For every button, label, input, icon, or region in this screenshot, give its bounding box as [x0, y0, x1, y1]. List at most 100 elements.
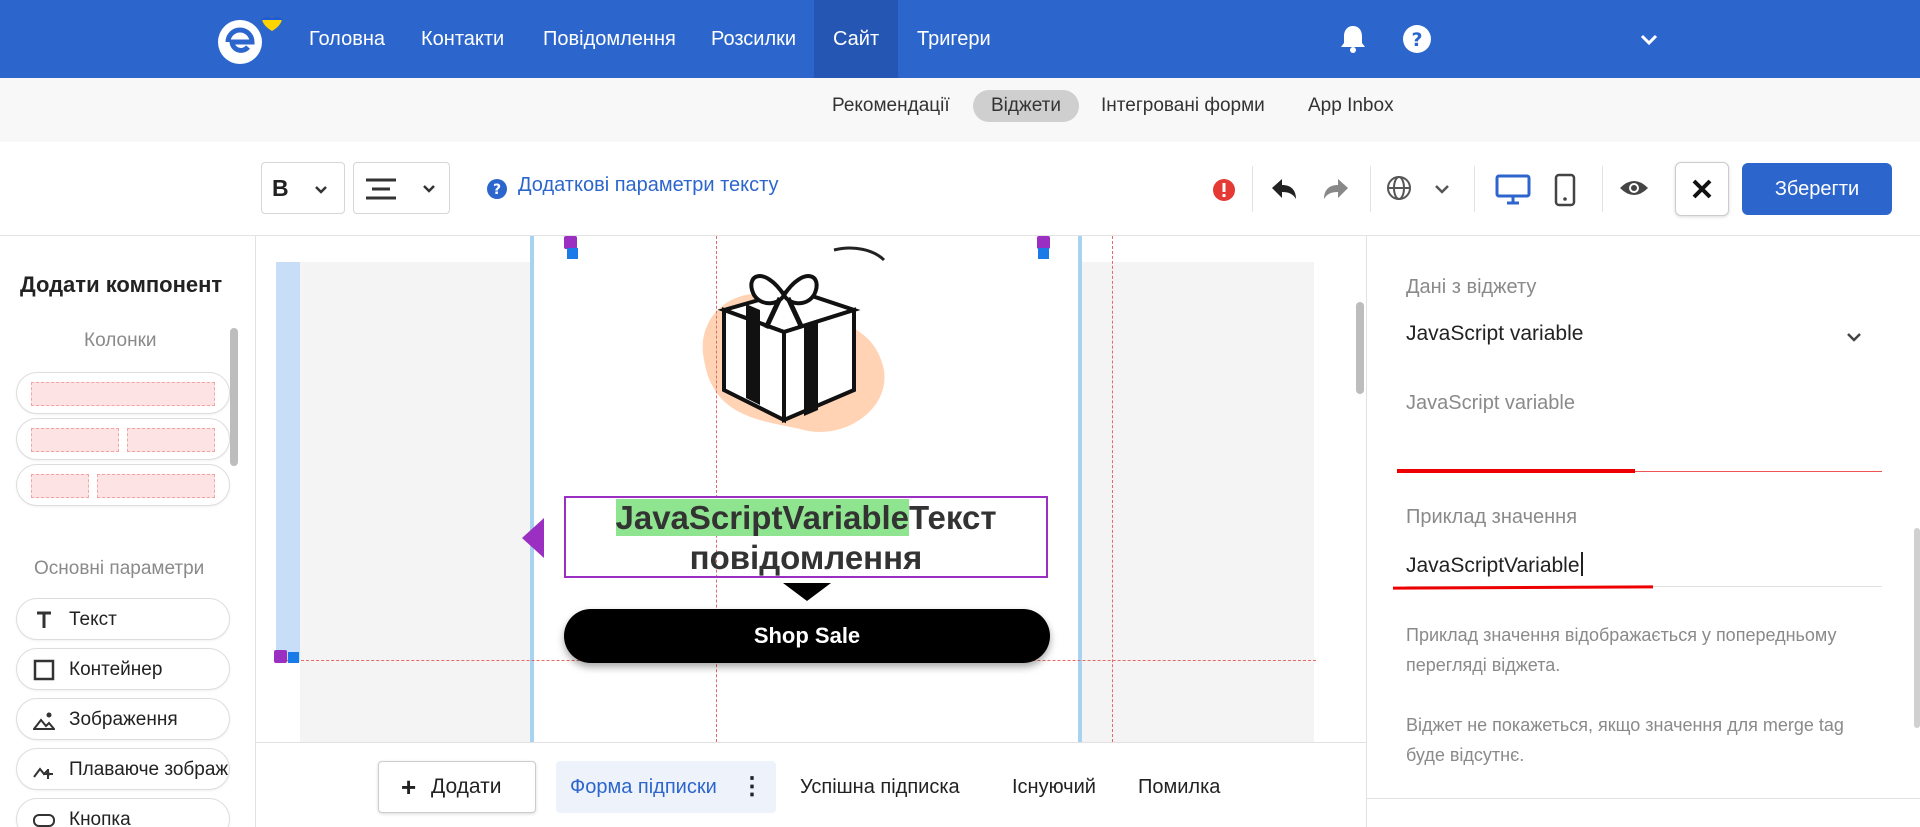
- text-icon: [37, 611, 51, 628]
- help-circle-icon[interactable]: ?: [486, 178, 508, 200]
- nav-item-campaigns[interactable]: Розсилки: [692, 0, 815, 78]
- top-navigation: Головна Контакти Повідомлення Розсилки С…: [0, 0, 1920, 78]
- two-column-layout[interactable]: [16, 418, 230, 460]
- chevron-down-icon: [423, 185, 435, 193]
- component-label: Зображення: [69, 709, 178, 730]
- resize-handle[interactable]: [567, 248, 578, 259]
- help-icon[interactable]: ?: [1400, 22, 1434, 56]
- panel-divider: [1367, 798, 1920, 799]
- globe-icon[interactable]: [1385, 174, 1413, 202]
- resize-handle[interactable]: [1038, 248, 1049, 259]
- component-label: Контейнер: [69, 659, 163, 680]
- merge-tag-settings-panel: Дані з віджету JavaScript variable JavaS…: [1366, 236, 1920, 827]
- merge-tag-highlight[interactable]: JavaScriptVariable: [615, 499, 910, 536]
- guide-line-vertical: [716, 236, 717, 742]
- mobile-view-icon[interactable]: [1552, 172, 1578, 208]
- component-label: Плаваюче зображення: [69, 759, 229, 780]
- js-variable-label: JavaScript variable: [1406, 392, 1575, 414]
- component-container[interactable]: Контейнер: [16, 648, 230, 690]
- svg-text:?: ?: [493, 182, 501, 198]
- component-label: Кнопка: [69, 809, 131, 827]
- widget-state-tabs: + Додати Форма підписки ⋮ Успішна підпис…: [256, 742, 1366, 827]
- tab-successful-subscription[interactable]: Успішна підписка: [786, 761, 974, 813]
- nav-item-contacts[interactable]: Контакти: [402, 0, 523, 78]
- basic-heading: Основні параметри: [34, 558, 205, 579]
- columns-heading: Колонки: [84, 330, 157, 351]
- floating-image-icon: [33, 767, 53, 779]
- tab-error[interactable]: Помилка: [1124, 761, 1234, 813]
- widget-frame: [530, 236, 1082, 742]
- more-vertical-icon[interactable]: ⋮: [740, 761, 764, 813]
- text-align-select[interactable]: [353, 162, 450, 214]
- move-left-arrow-icon[interactable]: [522, 518, 544, 558]
- redo-icon[interactable]: [1320, 174, 1352, 206]
- chevron-down-icon[interactable]: [1432, 179, 1452, 199]
- component-text[interactable]: Текст: [16, 598, 230, 640]
- guide-line-vertical: [1112, 236, 1113, 742]
- bold-label: B: [272, 175, 289, 201]
- left-panel-scrollbar[interactable]: [230, 328, 238, 466]
- text-params-link[interactable]: Додаткові параметри тексту: [518, 174, 779, 197]
- button-icon: [33, 814, 55, 827]
- chevron-down-icon[interactable]: [1843, 326, 1865, 348]
- subnav-widgets[interactable]: Віджети: [973, 90, 1079, 122]
- text-line2: повідомлення: [689, 539, 923, 576]
- font-weight-select[interactable]: B: [261, 162, 345, 214]
- image-icon: [33, 712, 55, 730]
- tab-existing[interactable]: Існуючий: [998, 761, 1110, 813]
- align-center-icon: [366, 178, 396, 200]
- example-value-text: JavaScriptVariable: [1406, 554, 1580, 577]
- tab-subscription-form[interactable]: Форма підписки ⋮: [556, 761, 776, 813]
- nav-item-site[interactable]: Сайт: [814, 0, 899, 78]
- bell-icon[interactable]: [1336, 22, 1370, 56]
- subnav-integrated-forms[interactable]: Інтегровані форми: [1083, 90, 1283, 122]
- add-state-button[interactable]: + Додати: [378, 761, 536, 813]
- nav-item-messages[interactable]: Повідомлення: [524, 0, 695, 78]
- nav-item-home[interactable]: Головна: [290, 0, 404, 78]
- canvas-scrollbar[interactable]: [1356, 302, 1364, 394]
- save-button[interactable]: Зберегти: [1742, 163, 1892, 215]
- text-line1-rest: Текст: [909, 499, 997, 536]
- two-column-narrow-wide-layout[interactable]: [16, 464, 230, 506]
- sub-navigation: Рекомендації Віджети Інтегровані форми A…: [0, 78, 1920, 142]
- esputnik-logo-icon[interactable]: [214, 12, 288, 66]
- chevron-down-icon[interactable]: [1632, 22, 1666, 56]
- subnav-recommendations[interactable]: Рекомендації: [814, 90, 968, 122]
- component-floating-image[interactable]: Плаваюче зображення: [16, 748, 230, 790]
- panel-title: Додати компонент: [20, 272, 223, 297]
- add-component-panel: Додати компонент Колонки Основні парамет…: [0, 236, 256, 827]
- svg-text:?: ?: [1411, 29, 1422, 51]
- chevron-down-icon: [315, 186, 327, 194]
- resize-handle[interactable]: [288, 652, 299, 663]
- close-button[interactable]: [1675, 162, 1729, 216]
- widget-data-label: Дані з віджету: [1406, 276, 1537, 298]
- tab-label: Форма підписки: [570, 776, 717, 798]
- gift-box-image[interactable]: [684, 240, 904, 450]
- undo-icon[interactable]: [1268, 174, 1300, 206]
- error-icon[interactable]: [1212, 178, 1236, 202]
- resize-handle[interactable]: [274, 650, 287, 663]
- add-label: Додати: [431, 775, 502, 798]
- one-column-layout[interactable]: [16, 372, 230, 414]
- plus-icon: +: [401, 772, 417, 802]
- preview-eye-icon[interactable]: [1618, 176, 1650, 200]
- selected-text-block[interactable]: JavaScriptVariableТекст повідомлення: [564, 496, 1048, 578]
- example-help-text: Приклад значення відображається у попере…: [1406, 625, 1837, 675]
- nav-item-triggers[interactable]: Тригери: [898, 0, 1010, 78]
- example-value-input[interactable]: JavaScriptVariable: [1406, 552, 1583, 578]
- red-annotation-mark: [1397, 469, 1635, 473]
- shop-sale-button[interactable]: Shop Sale: [564, 609, 1050, 663]
- container-icon: [33, 659, 55, 681]
- desktop-view-icon[interactable]: [1494, 172, 1532, 208]
- component-image[interactable]: Зображення: [16, 698, 230, 740]
- component-label: Текст: [69, 609, 117, 630]
- right-panel-scrollbar[interactable]: [1914, 528, 1920, 728]
- red-annotation-mark: [1392, 585, 1654, 590]
- widget-data-select[interactable]: JavaScript variable: [1406, 322, 1583, 346]
- move-down-arrow-icon[interactable]: [783, 583, 831, 601]
- subnav-app-inbox[interactable]: App Inbox: [1290, 90, 1412, 122]
- component-button[interactable]: Кнопка: [16, 798, 230, 827]
- editor-canvas[interactable]: JavaScriptVariableТекст повідомлення Sho…: [256, 236, 1366, 742]
- close-icon: [1692, 179, 1712, 199]
- missing-value-help-text: Віджет не покажеться, якщо значення для …: [1406, 715, 1844, 765]
